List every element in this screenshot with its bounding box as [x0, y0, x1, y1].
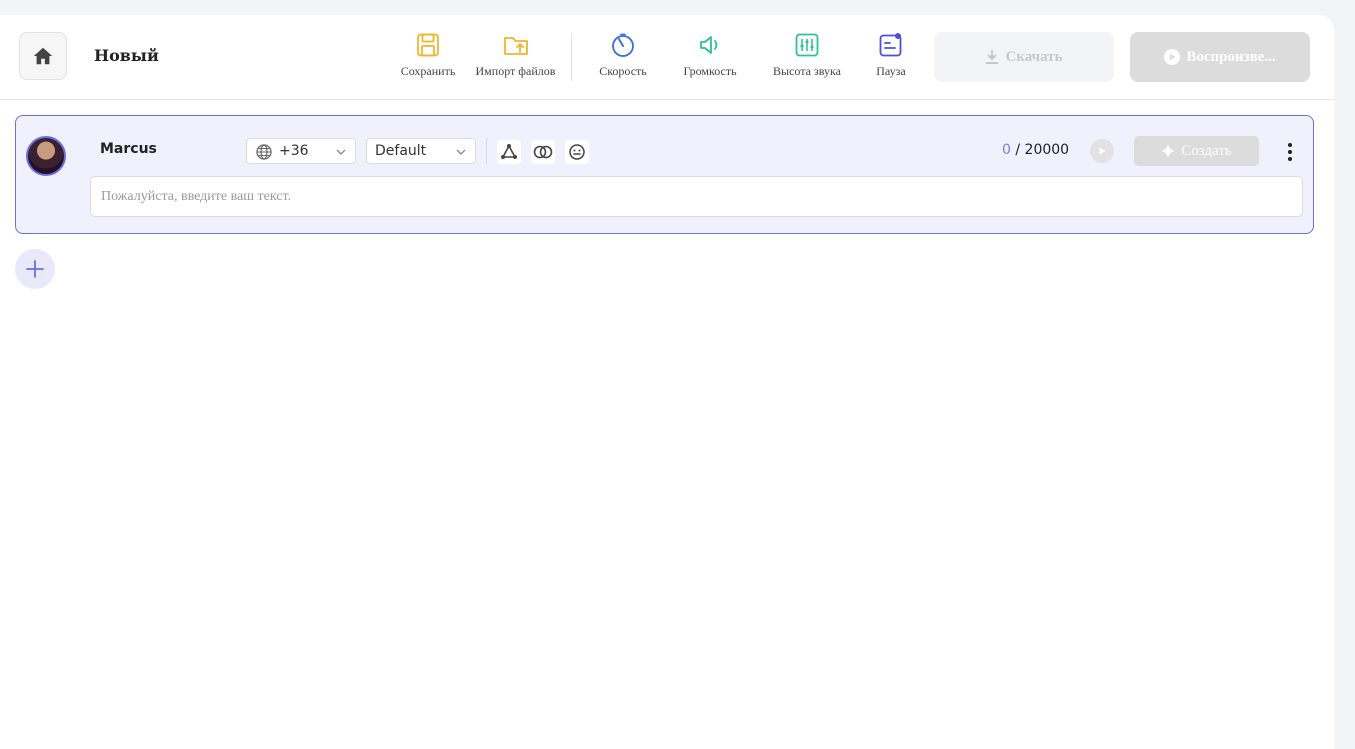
chevron-down-icon — [336, 149, 346, 155]
toolbar-divider — [571, 33, 572, 81]
pause-icon — [879, 33, 902, 57]
download-icon — [986, 50, 999, 64]
volume-label: Громкость — [683, 64, 737, 78]
style-select[interactable]: Default — [366, 138, 476, 164]
toolbar: Новый Сохранить Импорт файлов Скорость Г… — [0, 15, 1334, 100]
globe-icon — [256, 144, 272, 160]
char-counter: 0 / 20000 — [1002, 142, 1070, 158]
folder-import-icon — [503, 37, 528, 55]
pitch-sliders-icon — [795, 33, 819, 57]
preview-play-button[interactable] — [1090, 139, 1114, 163]
speaker-block: Marcus +36 Default 0 / 20000 Создать Пож… — [15, 115, 1314, 234]
play-icon — [1164, 49, 1181, 65]
multi-voice-button[interactable] — [497, 140, 521, 164]
play-all-button[interactable]: Воспроизве... — [1130, 32, 1310, 82]
smiley-icon — [569, 144, 585, 160]
download-button[interactable]: Скачать — [934, 32, 1114, 82]
pause-label: Пауза — [876, 64, 906, 78]
volume-button[interactable]: Громкость — [680, 32, 740, 79]
save-label: Сохранить — [400, 64, 456, 78]
download-label: Скачать — [1005, 48, 1063, 65]
more-options-button[interactable] — [1280, 138, 1300, 166]
play-icon — [1099, 147, 1106, 155]
language-select[interactable]: +36 — [246, 138, 356, 164]
project-title[interactable]: Новый — [94, 46, 159, 65]
emotion-button[interactable] — [565, 140, 589, 164]
sparkle-icon — [1161, 144, 1176, 158]
create-label: Создать — [1181, 142, 1232, 159]
play-all-label: Воспроизве... — [1186, 48, 1276, 65]
triangle-nodes-icon — [501, 144, 517, 159]
style-value: Default — [375, 143, 427, 159]
save-icon — [417, 33, 439, 57]
char-limit: 20000 — [1024, 142, 1070, 158]
import-files-button[interactable]: Импорт файлов — [475, 32, 556, 79]
chevron-down-icon — [456, 149, 466, 155]
speed-label: Скорость — [599, 64, 647, 78]
char-count: 0 — [1002, 142, 1011, 158]
more-vertical-icon — [1288, 143, 1292, 161]
card-divider — [486, 138, 487, 164]
home-button[interactable] — [19, 32, 67, 80]
speed-timer-icon — [612, 33, 634, 57]
blend-button[interactable] — [531, 140, 555, 164]
pause-button[interactable]: Пауза — [872, 32, 910, 79]
speaker-name[interactable]: Marcus — [100, 141, 157, 157]
pitch-label: Высота звука — [773, 64, 841, 78]
plus-icon — [26, 260, 44, 278]
volume-icon — [700, 36, 718, 54]
language-value: +36 — [279, 143, 309, 159]
add-block-button[interactable] — [15, 249, 55, 289]
home-icon — [33, 47, 53, 65]
speed-button[interactable]: Скорость — [598, 32, 648, 79]
editor-panel: Новый Сохранить Импорт файлов Скорость Г… — [0, 15, 1334, 749]
import-files-label: Импорт файлов — [475, 64, 556, 78]
create-button[interactable]: Создать — [1134, 136, 1259, 166]
speaker-avatar[interactable] — [26, 136, 66, 176]
overlap-circles-icon — [533, 145, 553, 159]
text-input[interactable] — [90, 176, 1303, 217]
pitch-button[interactable]: Высота звука — [771, 32, 843, 79]
save-button[interactable]: Сохранить — [400, 32, 456, 79]
